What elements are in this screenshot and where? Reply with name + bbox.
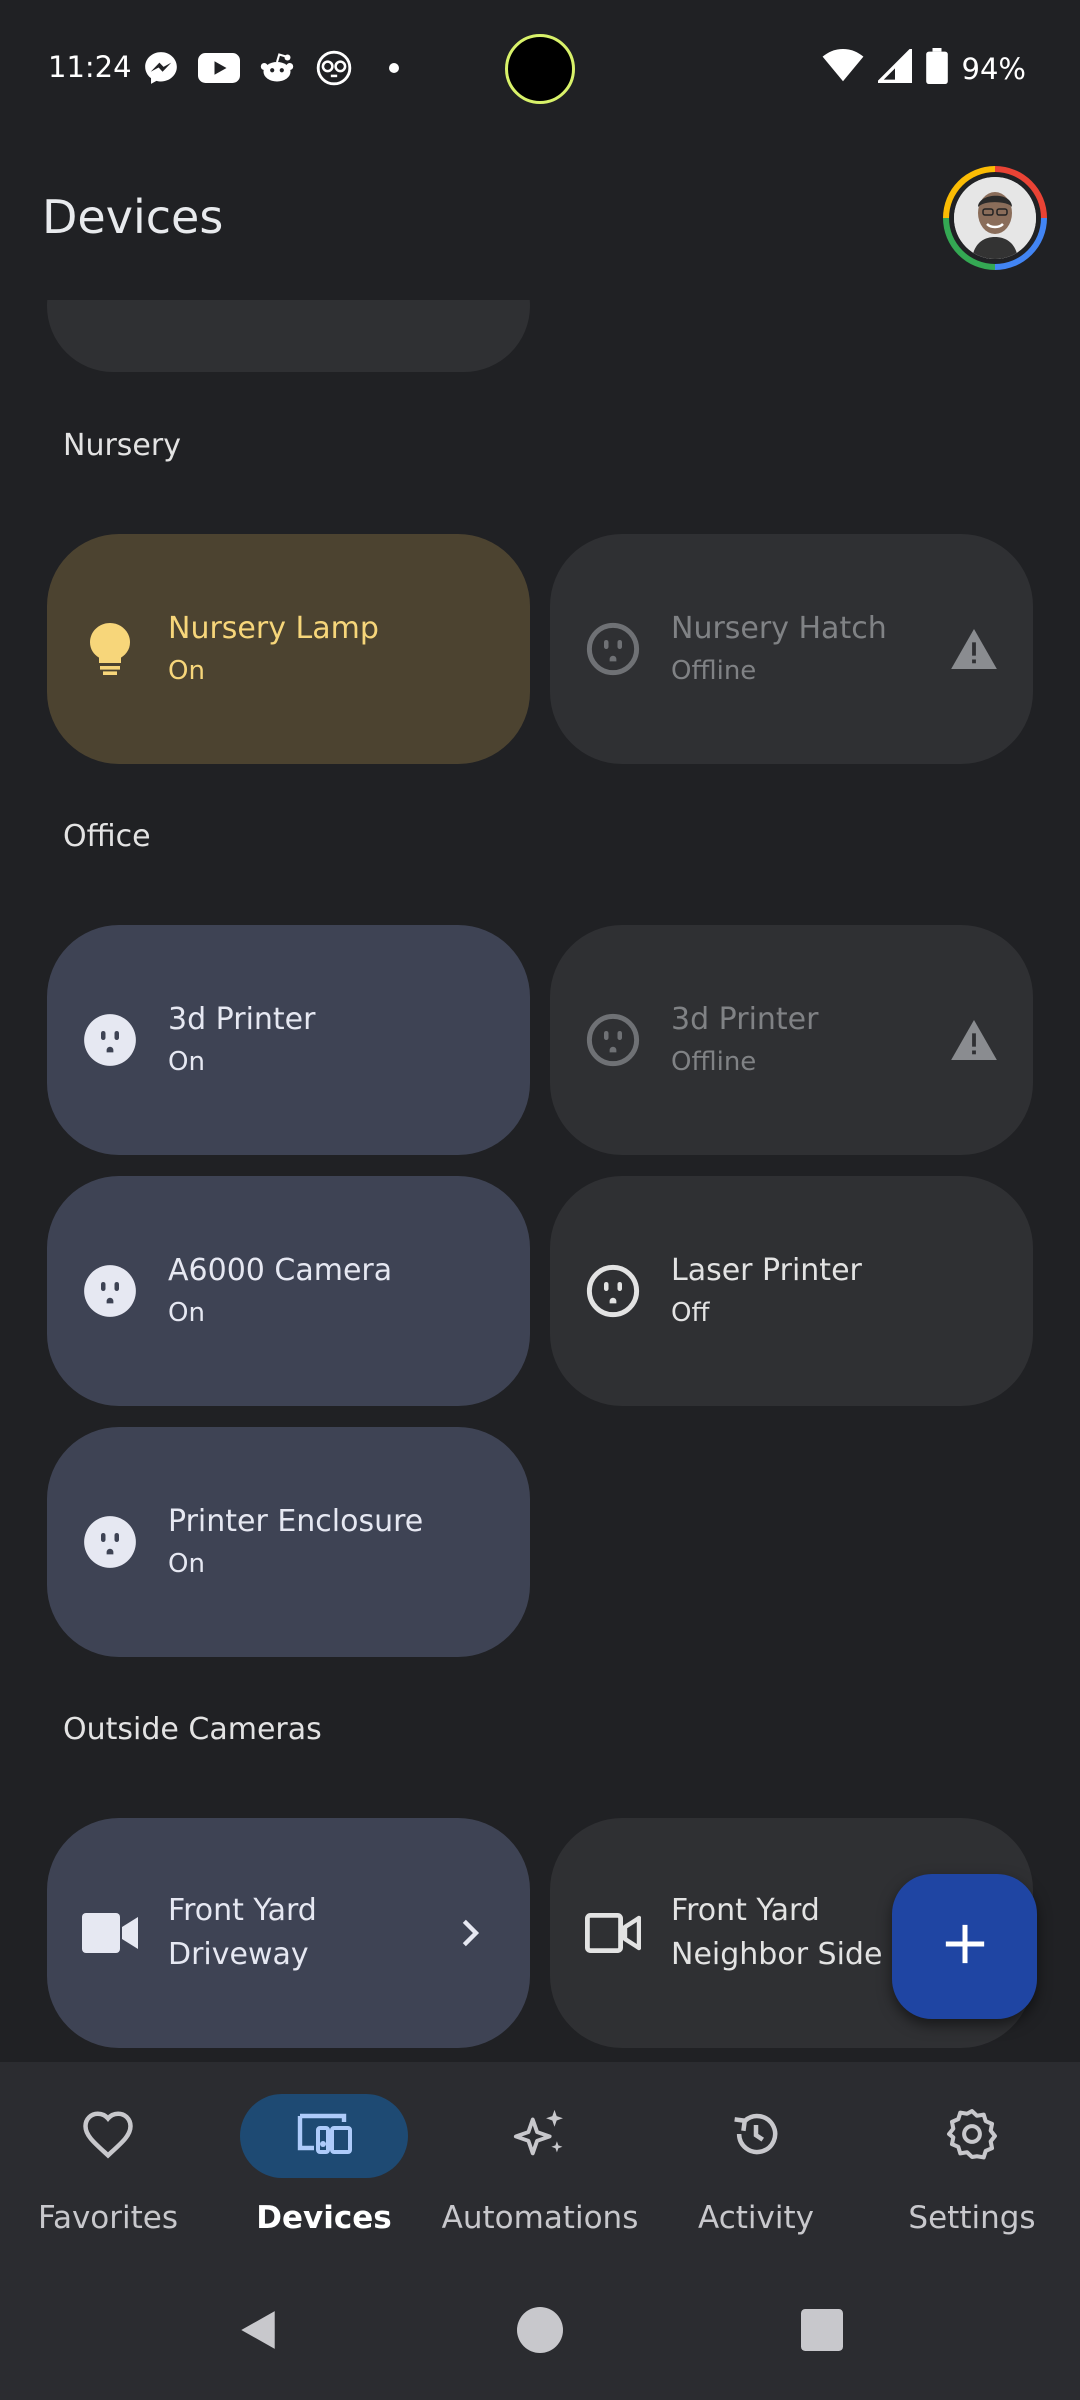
signal-icon [875, 46, 912, 88]
nav-devices[interactable]: Devices [216, 2094, 432, 2236]
device-tile-partial[interactable] [47, 300, 530, 372]
device-name-line1: Front Yard [168, 1893, 317, 1928]
device-name-line2: Neighbor Side [671, 1937, 883, 1972]
sparkle-icon [511, 2105, 569, 2168]
device-name: Nursery Lamp [168, 611, 379, 646]
nav-activity[interactable]: Activity [648, 2094, 864, 2236]
outlet-icon [584, 620, 642, 678]
device-tile-3d-printer-offline[interactable]: 3d Printer Offline [550, 925, 1033, 1155]
nav-label: Settings [908, 2200, 1036, 2236]
device-name: 3d Printer [168, 1002, 316, 1037]
nav-automations[interactable]: Automations [432, 2094, 648, 2236]
front-camera-cutout [505, 34, 575, 104]
nav-label: Favorites [37, 2200, 179, 2236]
reddit-icon [258, 50, 296, 86]
section-label-outside-cameras: Outside Cameras [63, 1712, 322, 1747]
device-status: On [168, 1549, 205, 1579]
gear-icon [945, 2107, 999, 2166]
device-tile-printer-enclosure[interactable]: Printer Enclosure On [47, 1427, 530, 1657]
warning-icon [949, 1015, 999, 1065]
devices-icon [294, 2111, 354, 2162]
status-right-cluster: 94% [822, 46, 1026, 89]
back-button[interactable] [228, 2300, 288, 2360]
add-device-button[interactable] [892, 1874, 1037, 2019]
device-name-line1: Front Yard [671, 1893, 820, 1928]
nav-favorites[interactable]: Favorites [0, 2094, 216, 2236]
device-name: Nursery Hatch [671, 611, 887, 646]
avatar[interactable] [943, 166, 1047, 270]
chevron-right-icon [446, 1908, 496, 1958]
device-name: 3d Printer [671, 1002, 819, 1037]
device-name: Laser Printer [671, 1253, 862, 1288]
device-tile-laser-printer[interactable]: Laser Printer Off [550, 1176, 1033, 1406]
status-bar: 11:24 94% [0, 0, 1080, 130]
history-icon [729, 2107, 783, 2166]
outlet-icon [81, 1011, 139, 1069]
nav-label: Activity [698, 2200, 814, 2236]
plus-icon [942, 1921, 988, 1972]
video-camera-icon [81, 1904, 139, 1962]
video-camera-outline-icon [584, 1904, 642, 1962]
nav-label: Automations [441, 2200, 639, 2236]
status-time: 11:24 [48, 50, 132, 84]
wifi-icon [822, 49, 864, 88]
page-title: Devices [42, 190, 224, 244]
battery-percentage: 94% [961, 51, 1026, 86]
device-name: Printer Enclosure [168, 1504, 424, 1539]
heart-icon [81, 2109, 135, 2164]
lightbulb-icon [81, 620, 139, 678]
section-label-office: Office [63, 819, 151, 854]
device-status: Offline [671, 656, 757, 686]
device-tile-a6000-camera[interactable]: A6000 Camera On [47, 1176, 530, 1406]
profile-photo [954, 177, 1036, 259]
battery-icon [925, 48, 948, 89]
dot-icon [388, 50, 400, 86]
device-tile-3d-printer-on[interactable]: 3d Printer On [47, 925, 530, 1155]
outlet-icon [81, 1262, 139, 1320]
recents-button[interactable] [792, 2300, 852, 2360]
youtube-icon [198, 50, 240, 86]
section-label-nursery: Nursery [63, 428, 181, 463]
device-tile-nursery-lamp[interactable]: Nursery Lamp On [47, 534, 530, 764]
device-status: Offline [671, 1047, 757, 1077]
outlet-icon [584, 1262, 642, 1320]
home-button[interactable] [510, 2300, 570, 2360]
outlet-icon [81, 1513, 139, 1571]
warning-icon [949, 624, 999, 674]
device-status: On [168, 656, 205, 686]
device-name: A6000 Camera [168, 1253, 393, 1288]
nav-settings[interactable]: Settings [864, 2094, 1080, 2236]
device-status: On [168, 1298, 205, 1328]
device-name-line2: Driveway [168, 1937, 309, 1972]
device-tile-nursery-hatch[interactable]: Nursery Hatch Offline [550, 534, 1033, 764]
device-list: Nursery Nursery Lamp On Nursery Hatch Of… [0, 300, 1080, 2062]
owl-icon [314, 50, 354, 86]
device-status: Off [671, 1298, 710, 1328]
outlet-icon [584, 1011, 642, 1069]
messenger-icon [142, 50, 180, 86]
device-status: On [168, 1047, 205, 1077]
device-tile-front-yard-driveway[interactable]: Front Yard Driveway [47, 1818, 530, 2048]
nav-label: Devices [256, 2200, 392, 2236]
